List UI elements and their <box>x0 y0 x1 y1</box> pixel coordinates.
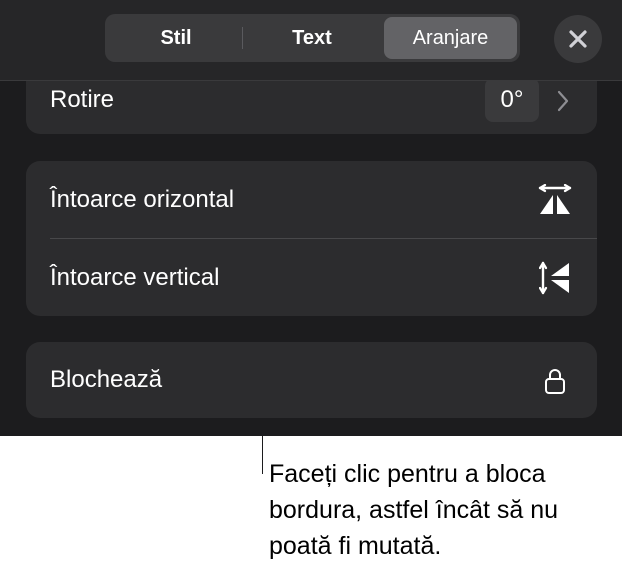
flip-group: Întoarce orizontal Întoarce vertical <box>26 161 597 316</box>
rotation-value[interactable]: 0° <box>485 78 539 122</box>
flip-vertical-row[interactable]: Întoarce vertical <box>26 239 597 316</box>
close-button[interactable] <box>554 15 602 63</box>
flip-vertical-label: Întoarce vertical <box>50 264 220 291</box>
callout-line <box>262 420 263 474</box>
arrange-panel: Stil Text Aranjare Rotire 0° Întoarce or… <box>0 0 622 436</box>
flip-horizontal-label: Întoarce orizontal <box>50 186 235 213</box>
tab-text[interactable]: Text <box>244 17 380 59</box>
lock-group: Blochează <box>26 342 597 418</box>
close-icon <box>569 30 587 48</box>
chevron-right-icon[interactable] <box>556 90 570 112</box>
lock-row[interactable]: Blochează <box>26 342 597 418</box>
flip-vertical-icon <box>539 261 569 295</box>
tab-style[interactable]: Stil <box>108 17 244 59</box>
tab-bar: Stil Text Aranjare <box>105 14 520 62</box>
tab-arrange[interactable]: Aranjare <box>384 17 517 59</box>
panel-header: Stil Text Aranjare <box>0 0 622 81</box>
lock-label: Blochează <box>50 366 163 393</box>
lock-icon <box>545 369 565 394</box>
rotation-label: Rotire <box>50 86 115 113</box>
flip-horizontal-row[interactable]: Întoarce orizontal <box>26 161 597 238</box>
tab-divider <box>242 27 243 49</box>
callout-text: Faceți clic pentru a bloca bordura, astf… <box>269 460 559 560</box>
flip-horizontal-icon <box>538 184 572 214</box>
